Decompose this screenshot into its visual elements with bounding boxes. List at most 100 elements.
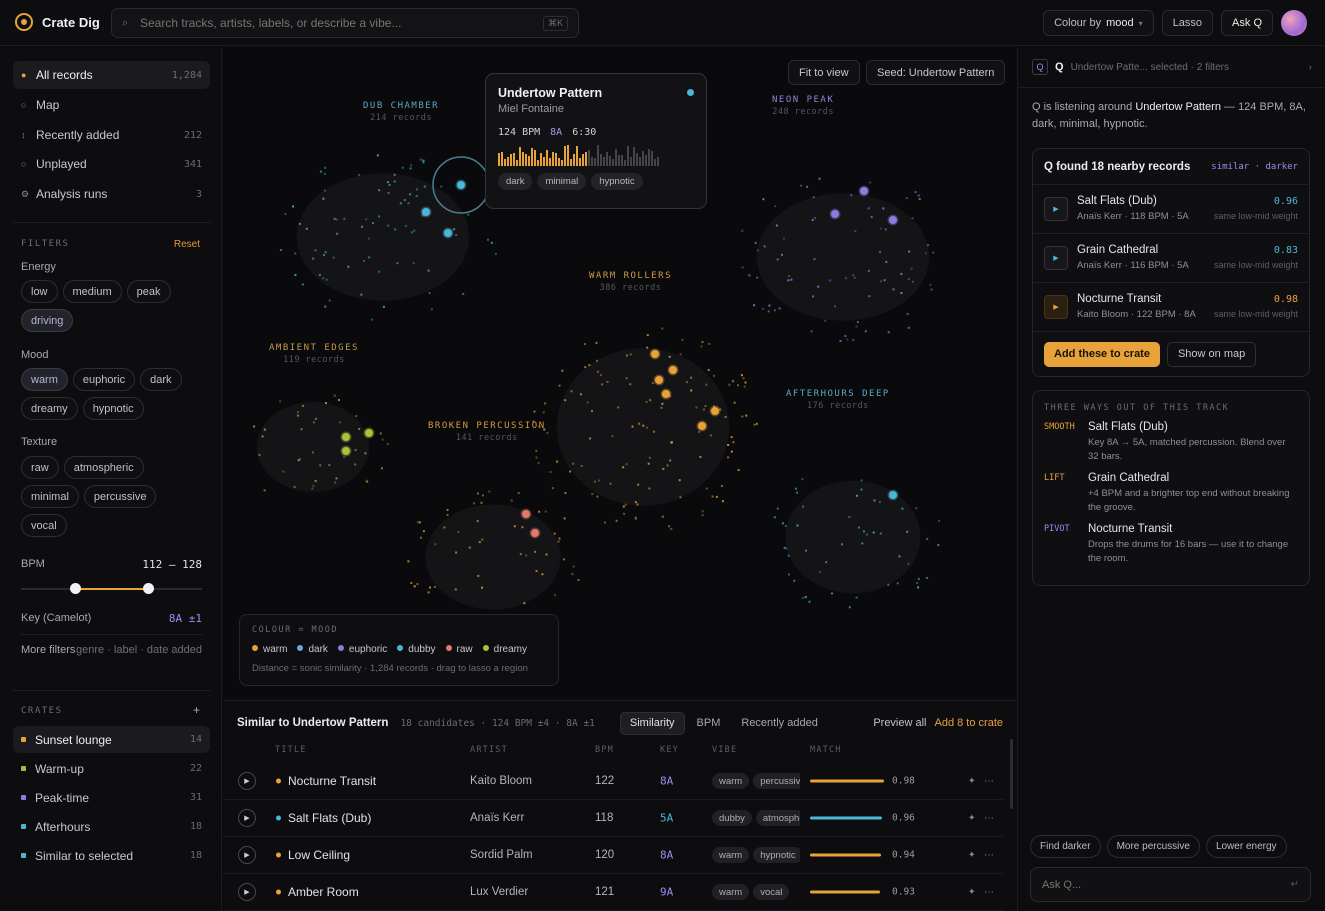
- map-point[interactable]: [533, 410, 536, 413]
- map-point[interactable]: [727, 444, 730, 446]
- map-point[interactable]: [312, 484, 315, 487]
- map-point[interactable]: [535, 456, 538, 459]
- map-point[interactable]: [910, 267, 913, 270]
- map-point[interactable]: [781, 522, 784, 525]
- texture-chip-atmospheric[interactable]: atmospheric: [63, 456, 144, 479]
- map-point[interactable]: [468, 546, 471, 549]
- highlighted-record[interactable]: [653, 374, 665, 386]
- map-point[interactable]: [737, 384, 739, 387]
- map-point[interactable]: [541, 573, 544, 576]
- map-point[interactable]: [381, 438, 384, 441]
- map-point[interactable]: [748, 274, 751, 277]
- map-point[interactable]: [863, 530, 865, 533]
- col-vibe[interactable]: VIBE: [712, 745, 737, 755]
- legend-item[interactable]: dubby: [397, 644, 436, 655]
- map-point[interactable]: [376, 154, 379, 157]
- map-point[interactable]: [312, 257, 315, 260]
- map-point[interactable]: [338, 421, 341, 424]
- map-point[interactable]: [631, 425, 634, 428]
- prompt-more-percussive[interactable]: More percussive: [1106, 835, 1200, 858]
- map-point[interactable]: [534, 550, 537, 553]
- map-point[interactable]: [858, 526, 860, 529]
- map-point[interactable]: [856, 494, 858, 497]
- map-point[interactable]: [880, 280, 882, 283]
- map-point[interactable]: [305, 227, 308, 230]
- nav-all-records[interactable]: ● All records 1,284: [13, 61, 210, 89]
- map-point[interactable]: [366, 480, 369, 483]
- energy-chip-medium[interactable]: medium: [62, 280, 122, 303]
- nav-map[interactable]: ○ Map: [13, 91, 210, 119]
- highlighted-record[interactable]: [696, 420, 708, 432]
- map-point[interactable]: [915, 507, 918, 510]
- map-point[interactable]: [615, 519, 618, 522]
- map-point[interactable]: [314, 417, 317, 420]
- highlighted-record[interactable]: [887, 214, 899, 226]
- map-point[interactable]: [917, 577, 920, 580]
- map-point[interactable]: [542, 411, 545, 414]
- map-point[interactable]: [423, 185, 426, 188]
- map-point[interactable]: [261, 435, 264, 438]
- map-point[interactable]: [646, 426, 649, 429]
- map-point[interactable]: [428, 292, 431, 295]
- map-point[interactable]: [443, 526, 446, 529]
- map-point[interactable]: [841, 543, 843, 546]
- map-point[interactable]: [622, 505, 625, 508]
- nav-unplayed[interactable]: ○ Unplayed 341: [13, 150, 210, 178]
- map-point[interactable]: [804, 596, 807, 599]
- map-point[interactable]: [611, 435, 614, 438]
- legend-item[interactable]: dreamy: [482, 644, 527, 655]
- map-point[interactable]: [365, 218, 368, 221]
- fit-to-view-button[interactable]: Fit to view: [788, 60, 860, 85]
- map-point[interactable]: [705, 383, 708, 386]
- map-point[interactable]: [678, 479, 681, 482]
- map-point[interactable]: [370, 318, 373, 321]
- map-point[interactable]: [595, 359, 598, 362]
- highlighted-record[interactable]: [420, 206, 432, 218]
- map-point[interactable]: [588, 364, 591, 367]
- map-point[interactable]: [679, 353, 682, 356]
- map-point[interactable]: [730, 450, 733, 453]
- map-point[interactable]: [294, 274, 297, 276]
- map-point[interactable]: [412, 262, 415, 265]
- way-out-item[interactable]: LIFT Grain Cathedral +4 BPM and a brighter…: [1033, 464, 1309, 515]
- map-point[interactable]: [378, 270, 381, 273]
- highlighted-record[interactable]: [858, 185, 870, 197]
- map-point[interactable]: [818, 177, 821, 180]
- more-icon[interactable]: ···: [984, 850, 994, 861]
- app-logo[interactable]: Crate Dig: [15, 13, 100, 31]
- highlighted-record[interactable]: [887, 489, 899, 501]
- map-point[interactable]: [355, 415, 358, 418]
- map-point[interactable]: [409, 193, 412, 196]
- map-point[interactable]: [601, 383, 604, 386]
- map-point[interactable]: [860, 479, 863, 482]
- map-point[interactable]: [784, 525, 787, 528]
- map-point[interactable]: [629, 383, 632, 386]
- map-point[interactable]: [446, 514, 449, 516]
- map-point[interactable]: [681, 338, 684, 341]
- map-point[interactable]: [813, 258, 816, 261]
- map-point[interactable]: [907, 278, 910, 281]
- map-point[interactable]: [337, 399, 340, 401]
- map-point[interactable]: [513, 525, 516, 528]
- map-point[interactable]: [741, 266, 744, 269]
- map-point[interactable]: [776, 507, 779, 510]
- map-point[interactable]: [324, 166, 327, 169]
- waveform[interactable]: [498, 144, 694, 166]
- map-point[interactable]: [584, 366, 587, 369]
- seed-button[interactable]: Seed: Undertow Pattern: [866, 60, 1006, 85]
- map-point[interactable]: [599, 374, 602, 377]
- play-icon[interactable]: ▶: [1044, 295, 1068, 319]
- map-point[interactable]: [938, 520, 940, 522]
- map-point[interactable]: [572, 462, 575, 465]
- map-point[interactable]: [301, 283, 304, 286]
- map-point[interactable]: [806, 185, 809, 188]
- map-point[interactable]: [898, 555, 901, 558]
- map-point[interactable]: [754, 241, 757, 244]
- map-point[interactable]: [844, 335, 847, 337]
- map-point[interactable]: [595, 341, 598, 344]
- map-point[interactable]: [521, 526, 524, 529]
- map-point[interactable]: [571, 573, 574, 576]
- cluster-label-dub-chamber[interactable]: DUB CHAMBER 214 records: [363, 101, 439, 123]
- map-point[interactable]: [868, 295, 871, 298]
- map-point[interactable]: [297, 459, 300, 462]
